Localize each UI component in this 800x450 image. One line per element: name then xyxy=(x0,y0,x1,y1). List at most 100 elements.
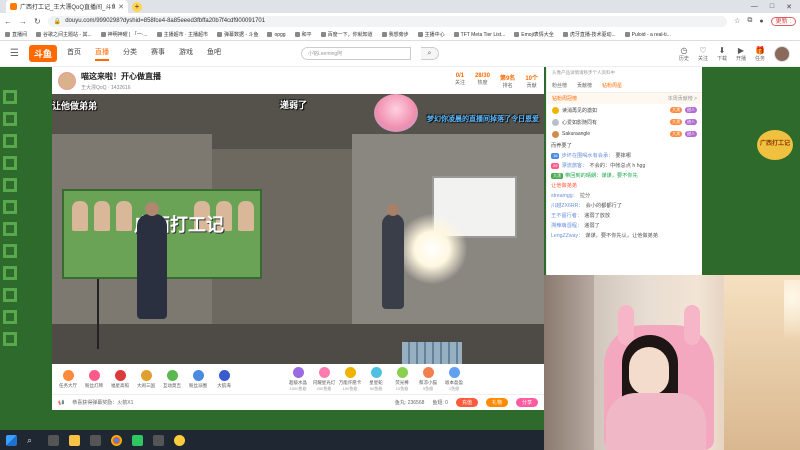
start-live-button[interactable]: ▶ 开播 xyxy=(736,46,746,62)
maximize-button[interactable]: □ xyxy=(770,3,774,11)
bookmark-item[interactable]: 弹幕数据 - 斗鱼 xyxy=(217,31,258,38)
gift-item[interactable]: 超级水晶 1000鱼翅 xyxy=(286,366,310,392)
os-taskbar: ⌕ xyxy=(0,430,544,450)
interactive-icon xyxy=(166,369,178,381)
bookmark-item[interactable]: Emoji表情大全 xyxy=(514,31,554,38)
history-button[interactable]: ◷ 历史 xyxy=(679,46,689,62)
nav-yuba[interactable]: 鱼吧 xyxy=(207,47,221,61)
stat-item: 10个 贡献 xyxy=(525,75,538,89)
app-icon[interactable] xyxy=(153,434,164,446)
gift-item[interactable]: 坂本盈盈 1鱼翅 xyxy=(442,366,466,392)
streamer-body xyxy=(606,393,706,450)
share-button[interactable]: 分享 xyxy=(515,398,538,407)
bookmark-item[interactable]: 虎牙直播-技术驱动... xyxy=(562,31,616,38)
nav-events[interactable]: 赛事 xyxy=(151,47,165,61)
bookmark-icon xyxy=(5,32,10,37)
streamer-name[interactable]: 王大漂QoQ xyxy=(81,85,107,91)
download-icon: ⬇ xyxy=(718,45,726,55)
tab-fans[interactable]: 粉丝榜 xyxy=(552,82,567,89)
bookmark-item[interactable]: 谷歌之间主题站 - 其... xyxy=(36,31,92,38)
profile-icon[interactable]: ● xyxy=(759,18,763,25)
back-arrow-icon[interactable]: ← xyxy=(4,17,12,26)
room-title: 喵这来啦！开心做直播 xyxy=(81,71,161,81)
left-decoration xyxy=(3,90,21,420)
gift-item[interactable]: 粉丝灯牌 xyxy=(82,369,106,389)
rank-row[interactable]: 心爱如影随同有 大漂 甜人 xyxy=(547,116,702,128)
rank-row[interactable]: 读消再见的激如 大漂 甜人 xyxy=(547,104,702,116)
bookmark-item[interactable]: 神明神曜 | 「一·... xyxy=(100,31,148,38)
gift-item[interactable]: 荧光棒 10鱼翅 xyxy=(390,366,414,392)
task-button[interactable]: 🎁 任务 xyxy=(755,46,765,62)
search-icon[interactable]: ⌕ xyxy=(420,47,439,60)
bookmark-item[interactable]: Puloid - a real-ti... xyxy=(624,32,671,38)
bookmark-item[interactable]: 和平 xyxy=(294,31,312,38)
new-tab-button[interactable]: + xyxy=(132,1,142,12)
webcam-overlay xyxy=(544,275,800,450)
gift-button[interactable]: 礼物 xyxy=(485,398,508,407)
extensions-icon[interactable]: ⧉ xyxy=(747,17,752,25)
reload-icon[interactable]: ↻ xyxy=(34,17,41,26)
gift-item[interactable]: 任务大厅 xyxy=(56,369,80,389)
gift-item[interactable]: 蔡凉小猫 5鱼翅 xyxy=(416,366,440,392)
bookmark-item[interactable]: opgg xyxy=(267,32,286,38)
bookmark-item[interactable]: TFT Meta Tier List... xyxy=(453,32,505,38)
bookmark-star-icon[interactable]: ☆ xyxy=(734,17,740,25)
gift-item[interactable]: 万能许愿卡 100鱼翅 xyxy=(338,366,362,392)
minimize-button[interactable]: — xyxy=(751,3,758,11)
chat-message: LengZZway： 谋谋，要不你先认，让他做弟弟 xyxy=(551,233,658,239)
three-kingdoms-icon xyxy=(140,369,152,381)
event-badge[interactable]: 广西打工记 xyxy=(757,130,793,160)
bookmark-item[interactable]: 我想旁步 xyxy=(381,31,409,38)
rank-more-link[interactable]: 本周贡献榜 > xyxy=(668,95,697,102)
site-search-input[interactable]: 小铭Leeming阿 xyxy=(300,47,411,60)
fish-balls-balance: 鱼丸: 236568 xyxy=(394,400,425,406)
nav-live[interactable]: 直播 xyxy=(94,47,109,61)
chat-message: 让他做弟弟 xyxy=(551,183,577,189)
douyu-logo[interactable]: 斗鱼 xyxy=(28,45,57,62)
bookmark-icon xyxy=(217,32,223,37)
video-player[interactable]: 广西打工记 让他做弟弟 递弱了 梦幻你凌晨的直播间掉落了令日恩爱 斗鱼 xyxy=(52,94,544,391)
close-tab-icon[interactable]: ✕ xyxy=(118,3,124,11)
gift-item[interactable]: 星星蛇 50鱼翅 xyxy=(364,366,388,392)
user-avatar[interactable] xyxy=(774,45,790,62)
forward-arrow-icon[interactable]: → xyxy=(19,17,27,26)
chrome-icon[interactable] xyxy=(111,434,122,446)
gift-item[interactable]: 福星高照 xyxy=(108,369,132,389)
app-icon[interactable] xyxy=(90,434,101,446)
tab-contribution[interactable]: 贡献榜 xyxy=(577,82,592,89)
url-field[interactable]: 🔒 douyu.com/9990298?dyshid=858fce4-8a85e… xyxy=(47,15,728,27)
nav-games[interactable]: 游戏 xyxy=(179,47,193,61)
browser-tab[interactable]: 广西打工记_王大漂QoQ直播间_斗鱼直播 ✕ xyxy=(6,0,128,13)
wechat-icon[interactable] xyxy=(132,434,143,446)
follow-button[interactable]: ♡ 关注 xyxy=(698,46,708,62)
studio-light xyxy=(397,214,467,284)
gift-item[interactable]: 闪耀星光灯 200鱼翅 xyxy=(312,366,336,392)
gift-item[interactable]: 粉丝派圈 xyxy=(186,369,210,389)
download-button[interactable]: ⬇ 下载 xyxy=(717,46,727,62)
danmaku-text: 梦幻你凌晨的直播间掉落了令日恩爱 xyxy=(427,116,539,123)
windows-start-icon[interactable] xyxy=(6,434,17,446)
star-snake-gift-icon xyxy=(370,366,382,378)
gift-item[interactable]: 大航海 xyxy=(212,369,236,389)
rank-row[interactable]: Sakuraangle 大漂 甜人 xyxy=(547,128,702,140)
update-button[interactable]: 更新 : xyxy=(770,16,796,26)
bookmark-item[interactable]: 主播中心 xyxy=(417,31,445,38)
close-window-button[interactable]: ✕ xyxy=(786,3,792,11)
recharge-button[interactable]: 充值 xyxy=(455,398,478,407)
bookmark-item[interactable]: 直播间 xyxy=(5,31,27,38)
menu-icon[interactable]: ☰ xyxy=(10,48,19,59)
site-header: ☰ 斗鱼 首页 直播 分类 赛事 游戏 鱼吧 小铭Leeming阿 ⌕ ◷ 历史 … xyxy=(0,41,800,67)
nav-category[interactable]: 分类 xyxy=(123,47,137,61)
tab-diamond-weekly[interactable]: 钻粉周星 xyxy=(602,82,622,89)
file-explorer-icon[interactable] xyxy=(69,434,80,446)
taskbar-search-icon[interactable]: ⌕ xyxy=(27,435,38,446)
streamer-avatar[interactable] xyxy=(58,71,76,90)
gift-item[interactable]: 大闹三国 xyxy=(134,369,158,389)
bookmark-item[interactable]: 主播超市 · 主播超市 xyxy=(156,31,208,38)
lucky-star-icon xyxy=(114,369,126,381)
app-icon[interactable] xyxy=(174,434,185,446)
bookmark-item[interactable]: 百度一下，你就知道 xyxy=(320,31,373,38)
app-icon[interactable] xyxy=(48,434,59,446)
nav-home[interactable]: 首页 xyxy=(67,47,81,61)
gift-item[interactable]: 互动莫吉 xyxy=(160,369,184,389)
